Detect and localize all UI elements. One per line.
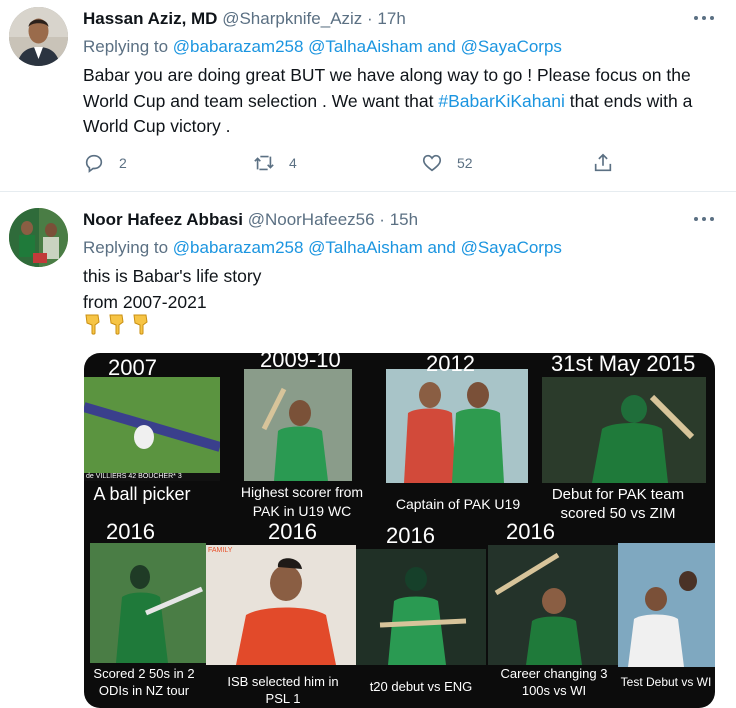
more-icon[interactable] [694,209,714,229]
avatar[interactable] [9,208,68,267]
photo-t20-debut [356,549,486,665]
tweet-text: Babar you are doing great BUT we have al… [83,63,723,140]
reply-icon [85,154,103,173]
retweet-button[interactable]: 4 [253,148,297,178]
replying-to: Replying to @babarazam258 @TalhaAisham a… [83,238,562,258]
avatar[interactable] [9,7,68,66]
tweet-text-line-1: this is Babar's life story [83,266,262,286]
caption: Captain of PAK U19 [395,496,521,512]
year-label: 2009-10 [260,353,341,372]
like-icon [422,154,442,172]
caption: Scored 2 50s in 2 ODIs in NZ tour [93,666,195,698]
tweet-header: Hassan Aziz, MD @Sharpknife_Aziz · 17h [83,9,406,29]
author-handle-time[interactable]: @NoorHafeez56 · 15h [248,210,418,229]
year-label: 2016 [268,519,317,544]
caption: Test Debut vs WI [620,675,712,689]
tweet-text: this is Babar's life story from 2007-202… [83,264,723,315]
replying-prefix: Replying to [83,238,173,257]
hashtag-link[interactable]: #BabarKiKahani [438,91,564,111]
photo-test-debut [618,543,715,667]
banner-overlay: FAMILY [208,547,233,554]
year-label: 2012 [426,353,475,376]
reply-count: 2 [119,155,127,171]
author-name[interactable]: Noor Hafeez Abbasi [83,210,243,229]
year-label: 2016 [386,523,435,548]
photo-captain-u19 [386,369,528,483]
tweet-header: Noor Hafeez Abbasi @NoorHafeez56 · 15h [83,210,418,230]
like-count: 52 [457,155,473,171]
caption: A ball picker [93,484,191,504]
photo-3-hundreds-wi [488,545,618,665]
year-label: 2016 [506,519,555,544]
caption: ISB selected him in PSL 1 [227,674,339,706]
year-label: 31st May 2015 [551,353,696,376]
like-button[interactable]: 52 [421,148,473,178]
share-icon [594,153,612,172]
avatar-photo [9,7,68,66]
reply-mentions[interactable]: @babarazam258 @TalhaAisham and @SayaCorp… [173,238,562,257]
photo-u19-wc [244,369,352,481]
photo-psl-islamabad: FAMILY [206,545,356,665]
caption: t20 debut vs ENG [369,679,473,694]
replying-prefix: Replying to [83,37,173,56]
tweet-2[interactable]: Noor Hafeez Abbasi @NoorHafeez56 · 15h R… [0,193,736,708]
photo-ball-picker: de VILLIERS 42 BOUCHER* 3 [84,377,220,481]
year-label: 2007 [108,355,157,380]
year-label: 2016 [106,519,155,544]
avatar-photo [9,208,68,267]
replying-to: Replying to @babarazam258 @TalhaAisham a… [83,37,562,57]
reply-button[interactable]: 2 [83,148,127,178]
retweet-count: 4 [289,155,297,171]
more-icon[interactable] [694,8,714,28]
photo-debut-zim [542,377,706,483]
caption: Debut for PAK team scored 50 vs ZIM [551,486,685,522]
photo-nz-tour [90,543,206,663]
caption: Highest scorer from PAK in U19 WC [240,484,364,519]
share-button[interactable] [592,148,628,178]
tweet-text-line-2: from 2007-2021 [83,291,207,312]
score-overlay: de VILLIERS 42 BOUCHER* 3 [86,473,182,480]
author-handle-time[interactable]: @Sharpknife_Aziz · 17h [222,9,406,28]
tweet-actions: 2 4 52 [83,148,623,178]
pointing-down-emoji [83,313,151,335]
tweet-image-collage[interactable]: de VILLIERS 42 BOUCHER* 3 2007 2009-10 2… [84,353,715,708]
retweet-icon [254,155,274,171]
reply-mentions[interactable]: @babarazam258 @TalhaAisham and @SayaCorp… [173,37,562,56]
caption: Career changing 3 100s vs WI [500,666,608,698]
author-name[interactable]: Hassan Aziz, MD [83,9,217,28]
tweet-1[interactable]: Hassan Aziz, MD @Sharpknife_Aziz · 17h R… [0,0,736,192]
